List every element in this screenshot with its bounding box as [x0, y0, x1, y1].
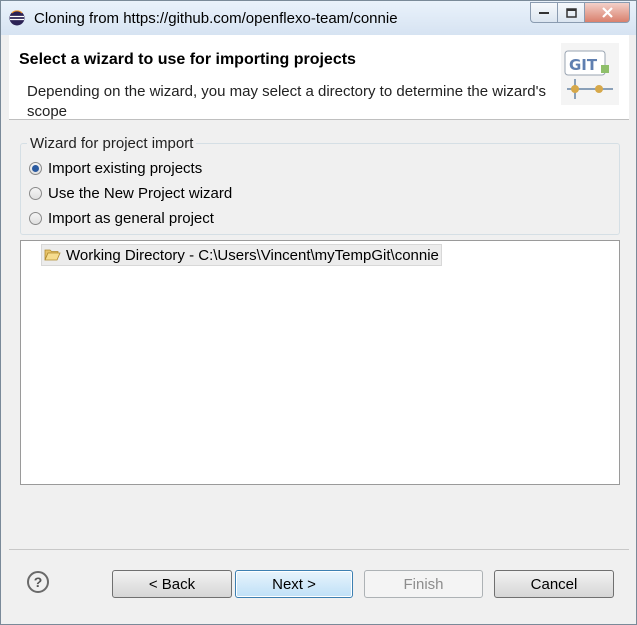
maximize-button[interactable]: [558, 2, 585, 23]
help-icon: ?: [33, 574, 43, 590]
minimize-icon: [539, 11, 549, 14]
tree-item-working-directory[interactable]: Working Directory - C:\Users\Vincent\myT…: [41, 244, 442, 266]
radio-label: Import as general project: [48, 210, 214, 227]
directory-tree[interactable]: Working Directory - C:\Users\Vincent\myT…: [20, 240, 620, 485]
next-button-label: Next >: [272, 575, 316, 593]
radio-unselected-icon: [29, 212, 42, 225]
next-button[interactable]: Next >: [235, 570, 353, 598]
eclipse-icon: [9, 10, 25, 26]
finish-button-label: Finish: [403, 575, 444, 593]
close-icon: [601, 7, 613, 18]
radio-selected-icon: [29, 162, 42, 175]
radio-new-project-wizard[interactable]: Use the New Project wizard: [29, 185, 232, 202]
finish-button[interactable]: Finish: [364, 570, 483, 598]
back-button[interactable]: < Back: [112, 570, 232, 598]
radio-unselected-icon: [29, 187, 42, 200]
tree-item-label: Working Directory - C:\Users\Vincent\myT…: [66, 246, 439, 264]
maximize-icon: [565, 7, 577, 18]
git-logo-icon: GIT: [561, 43, 619, 105]
radio-import-existing-projects[interactable]: Import existing projects: [29, 160, 202, 177]
back-button-label: < Back: [148, 575, 196, 593]
button-bar-separator: [9, 549, 629, 550]
page-title: Select a wizard to use for importing pro…: [19, 51, 356, 68]
radio-label: Use the New Project wizard: [48, 185, 233, 202]
cancel-button[interactable]: Cancel: [494, 570, 614, 598]
git-logo-text: GIT: [569, 56, 598, 74]
wizard-type-group: Wizard for project import Import existin…: [20, 135, 620, 235]
title-bar[interactable]: Cloning from https://github.com/openflex…: [1, 1, 636, 35]
radio-label: Import existing projects: [48, 160, 203, 177]
wizard-header: Select a wizard to use for importing pro…: [9, 35, 629, 120]
folder-open-icon: [44, 249, 61, 261]
page-description: Depending on the wizard, you may select …: [27, 83, 546, 120]
help-button[interactable]: ?: [27, 571, 49, 593]
radio-import-general-project[interactable]: Import as general project: [29, 210, 214, 227]
cancel-button-label: Cancel: [530, 575, 578, 593]
close-button[interactable]: [585, 2, 630, 23]
group-label: Wizard for project import: [27, 135, 197, 152]
window-title: Cloning from https://github.com/openflex…: [34, 10, 398, 27]
import-wizard-dialog: Cloning from https://github.com/openflex…: [0, 0, 637, 625]
minimize-button[interactable]: [530, 2, 558, 23]
